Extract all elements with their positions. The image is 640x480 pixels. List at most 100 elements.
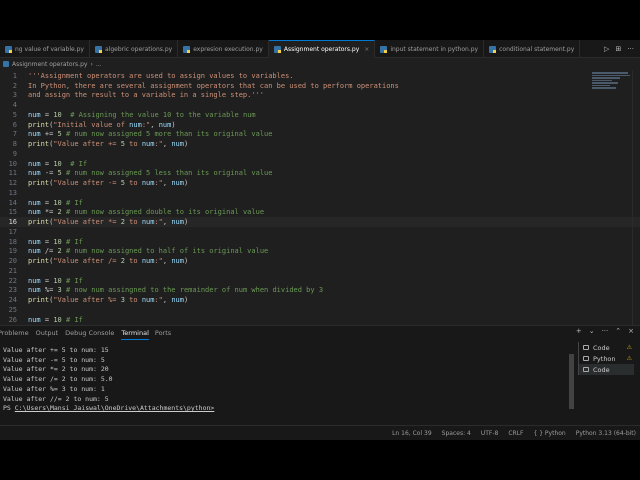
line-number: 2 — [12, 81, 17, 90]
panel-tabs: Probleme Output Debug Console Terminal P… — [0, 326, 178, 340]
code-line[interactable]: 5 num = 10 # Assigning the value 10 to th… — [0, 110, 640, 120]
code-line[interactable]: 15 num *= 2 # num now assigned double to … — [0, 208, 640, 218]
line-number: 9 — [12, 149, 17, 158]
terminal-line: Value after /= 2 to num: 5.0 — [3, 375, 113, 384]
tab-debug-console[interactable]: Debug Console — [65, 326, 121, 340]
terminal-list: Code ⚠ Python ⚠ Code — [578, 342, 634, 375]
line-number: 3 — [12, 91, 17, 100]
tab-assignment-operators[interactable]: Assignment operators.py × — [268, 40, 376, 58]
tab-problems[interactable]: Probleme — [0, 326, 36, 340]
tab-label: Assignment operators.py — [283, 46, 360, 53]
code-line[interactable]: 23 num %= 3 # now num assingned to the re… — [0, 286, 640, 296]
code-line[interactable]: 6 print("Initial value of num:", num) — [0, 120, 640, 130]
code-text: num = 10 # If — [28, 237, 83, 246]
code-line[interactable]: 10 num = 10 # If — [0, 159, 640, 169]
language-mode[interactable]: { } Python — [533, 430, 565, 437]
code-line[interactable]: 21 — [0, 266, 640, 276]
code-line[interactable]: 19 num /= 2 # num now assigned to half of… — [0, 247, 640, 257]
terminal-list-item-code[interactable]: Code ⚠ — [578, 342, 634, 353]
python-file-icon — [273, 46, 281, 53]
code-line[interactable]: 22 num = 10 # If — [0, 276, 640, 286]
python-file-icon — [94, 45, 102, 53]
python-interpreter[interactable]: Python 3.13 (64-bit) — [576, 430, 636, 437]
split-editor-icon[interactable]: ⊞ — [615, 45, 621, 53]
terminal-output[interactable]: Value after += 5 to num: 15 Value after -… — [3, 346, 214, 414]
code-text: print("Value after %= 3 to num:", num) — [28, 296, 189, 305]
tab-terminal[interactable]: Terminal — [121, 326, 149, 340]
warning-icon: ⚠ — [626, 355, 632, 362]
code-text: print("Initial value of num:", num) — [28, 120, 176, 129]
code-text: print("Value after /= 2 to num:", num) — [28, 257, 189, 266]
prompt-path[interactable]: C:\Users\Mansi Jaiswal\OneDrive\Attachme… — [15, 404, 215, 412]
indentation[interactable]: Spaces: 4 — [442, 430, 471, 437]
code-editor[interactable]: 26 num = 10 # If 25 24 print("Value after %=… — [0, 70, 640, 325]
close-panel-icon[interactable]: × — [628, 327, 634, 335]
more-actions-icon[interactable]: ··· — [627, 45, 634, 53]
code-line[interactable]: 3 and assign the result to a variable in … — [0, 91, 640, 101]
line-ending[interactable]: CRLF — [508, 430, 523, 437]
tab-expresion-execution[interactable]: expresion execution.py — [178, 40, 269, 58]
panel-actions: + ⌄ ··· ⌃ × — [576, 327, 634, 335]
code-text: num += 5 # num now assigned 5 more than … — [28, 130, 273, 139]
minimap[interactable] — [592, 72, 630, 96]
code-line[interactable]: 8 print("Value after += 5 to num:", num) — [0, 139, 640, 149]
code-text: num -= 5 # num now assigned 5 less than … — [28, 169, 273, 178]
line-number: 23 — [8, 286, 17, 295]
terminal-scrollbar[interactable] — [569, 354, 574, 409]
code-text: and assign the result to a variable in a… — [28, 91, 265, 100]
code-line[interactable]: 17 — [0, 227, 640, 237]
editor-tab-bar: ng value of variable.py algebric operati… — [0, 40, 640, 58]
breadcrumb-separator: › — [90, 60, 93, 68]
breadcrumb: Assignment operators.py › ... — [0, 58, 102, 70]
code-text: print("Value after += 5 to num:", num) — [28, 140, 189, 149]
maximize-panel-icon[interactable]: ⌃ — [615, 327, 621, 335]
line-number: 6 — [12, 120, 17, 129]
breadcrumb-symbols[interactable]: ... — [96, 61, 102, 68]
bottom-panel: Probleme Output Debug Console Terminal P… — [0, 325, 640, 425]
code-text: num *= 2 # num now assigned double to it… — [28, 208, 265, 217]
code-line[interactable]: 4 — [0, 100, 640, 110]
more-actions-icon[interactable]: ··· — [602, 327, 609, 335]
code-line[interactable]: 18 num = 10 # If — [0, 237, 640, 247]
code-text: print("Value after -= 5 to num:", num) — [28, 179, 189, 188]
status-bar: Ln 16, Col 39 Spaces: 4 UTF-8 CRLF { } P… — [0, 425, 640, 440]
code-line[interactable]: 2 In Python, there are several assignment… — [0, 81, 640, 91]
close-icon[interactable]: × — [364, 46, 369, 53]
editor-scrollbar[interactable] — [632, 70, 640, 325]
tab-ports[interactable]: Ports — [155, 326, 178, 340]
terminal-list-item-python[interactable]: Python ⚠ — [578, 353, 634, 364]
run-icon[interactable]: ▷ — [604, 45, 609, 53]
python-file-icon — [380, 45, 388, 53]
new-terminal-icon[interactable]: + — [576, 327, 582, 335]
cursor-position[interactable]: Ln 16, Col 39 — [392, 430, 432, 437]
breadcrumb-file[interactable]: Assignment operators.py — [12, 61, 87, 68]
terminal-icon — [583, 345, 589, 350]
tab-variable-value[interactable]: ng value of variable.py — [0, 40, 90, 58]
line-number: 14 — [8, 198, 17, 207]
warning-icon: ⚠ — [626, 344, 632, 351]
tab-input-statement[interactable]: input statement in python.py — [375, 40, 485, 58]
code-line[interactable]: 16 print("Value after *= 2 to num:", num) — [0, 217, 640, 227]
code-line[interactable]: 11 num -= 5 # num now assigned 5 less tha… — [0, 169, 640, 179]
code-line[interactable]: 12 print("Value after -= 5 to num:", num) — [0, 178, 640, 188]
code-line[interactable]: 24 print("Value after %= 3 to num:", num) — [0, 295, 640, 305]
terminal-prompt[interactable]: PS C:\Users\Mansi Jaiswal\OneDrive\Attac… — [3, 404, 214, 414]
code-line[interactable]: 25 — [0, 305, 640, 315]
terminal-list-item-code-active[interactable]: Code — [578, 364, 634, 375]
tab-algebric-operations[interactable]: algebric operations.py — [90, 40, 179, 58]
code-line[interactable]: 20 print("Value after /= 2 to num:", num) — [0, 256, 640, 266]
tab-conditional-statement[interactable]: conditional statement.py — [484, 40, 581, 58]
tab-output[interactable]: Output — [36, 326, 66, 340]
prompt-prefix: PS — [3, 404, 15, 413]
code-line[interactable]: 14 num = 10 # If — [0, 198, 640, 208]
line-number: 7 — [12, 130, 17, 139]
code-text: num = 10 # Assigning the value 10 to the… — [28, 110, 256, 119]
code-line[interactable]: 26 num = 10 # If — [0, 315, 640, 325]
code-line[interactable]: 13 — [0, 188, 640, 198]
code-line[interactable]: 1 '''Assignment operators are used to ass… — [0, 71, 640, 81]
code-line[interactable]: 7 num += 5 # num now assigned 5 more than… — [0, 130, 640, 140]
code-line[interactable]: 9 — [0, 149, 640, 159]
encoding[interactable]: UTF-8 — [481, 430, 499, 437]
chevron-down-icon[interactable]: ⌄ — [589, 327, 595, 335]
line-number: 15 — [8, 208, 17, 217]
